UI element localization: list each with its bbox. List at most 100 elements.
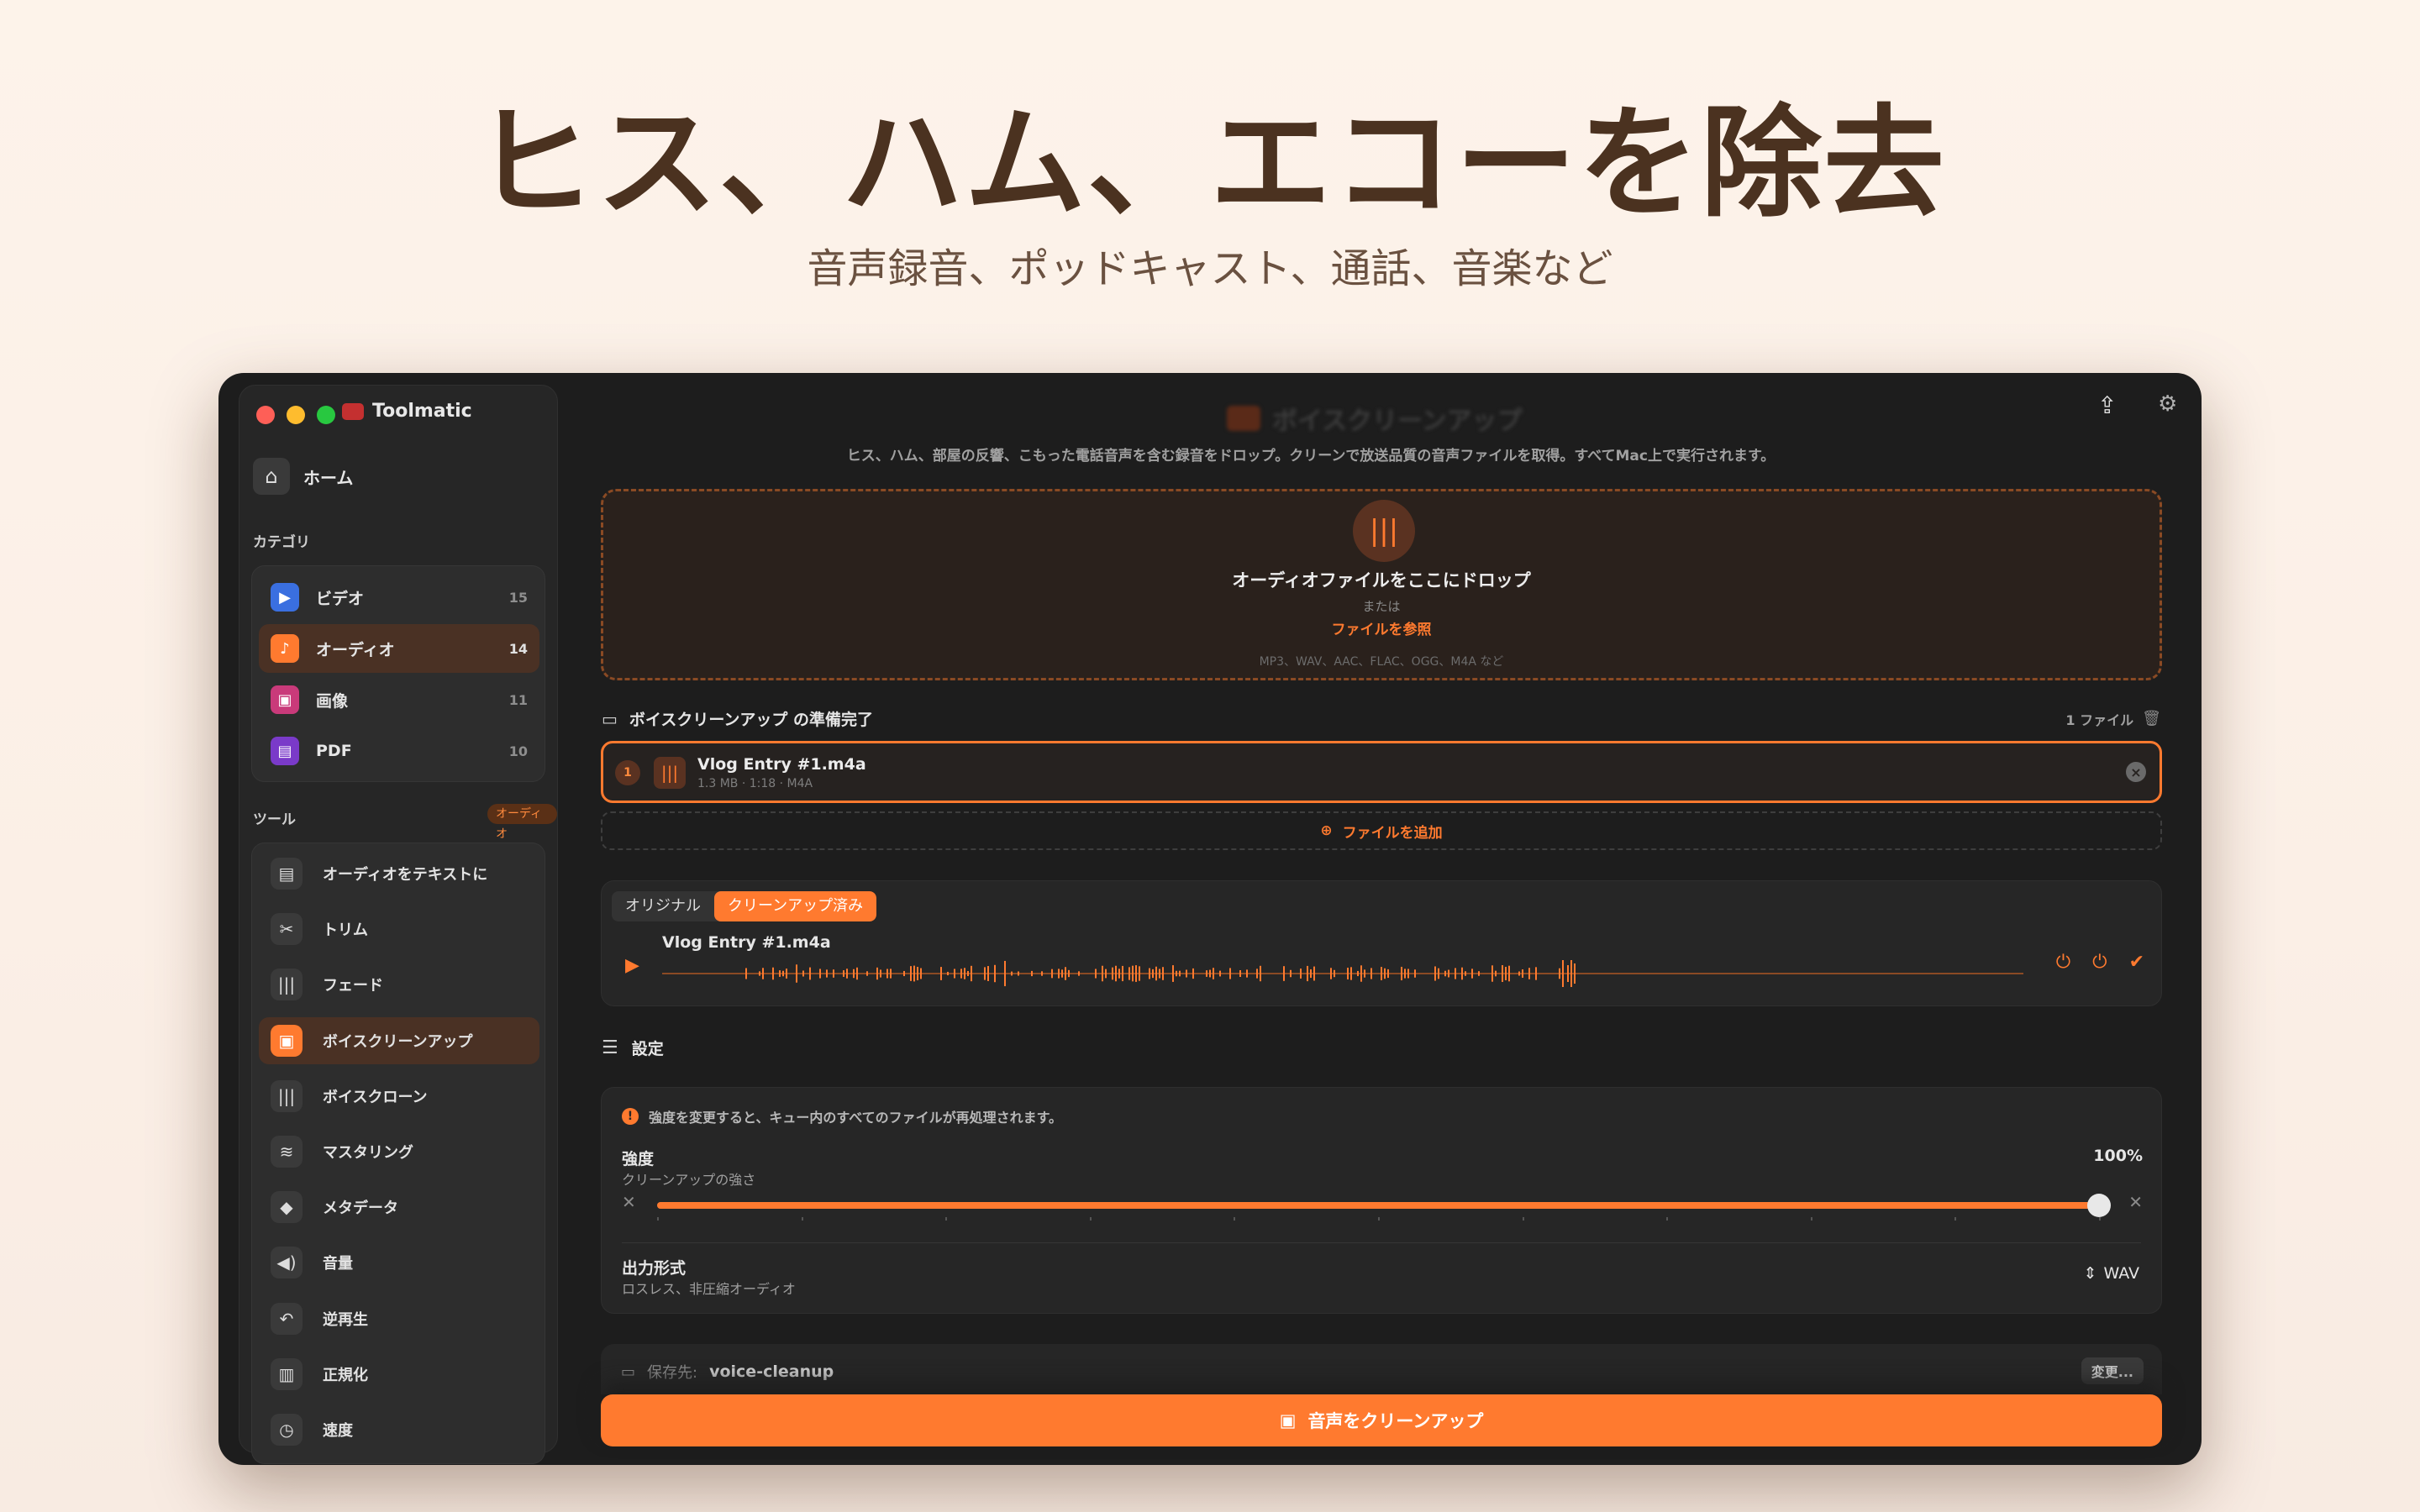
audio-file-icon: ||| [654,757,686,789]
sidebar-tool-item[interactable]: ▤ オーディオをテキストに [259,850,539,897]
output-format-label: 出力形式 [622,1259,687,1278]
slider-tick [1810,1217,1812,1221]
sidebar-tool-item[interactable]: ▣ ボイスクリーンアップ [259,1016,539,1064]
waveform-icon: ||| [271,969,302,1001]
home-icon: ⌂ [253,458,290,495]
output-format-sublabel: ロスレス、非圧縮オーディオ [622,1281,796,1297]
tab-original[interactable]: オリジナル [612,891,714,921]
video-icon: ▶ [271,583,299,612]
image-icon: ▣ [271,685,299,714]
tool-list: ▤ オーディオをテキストに ✂ トリム ||| フェード ▣ ボイスクリーンアップ ||| ボイス… [251,843,545,1464]
hero-title: ヒス、ハム、エコーを除去 [473,92,1946,234]
tool-label: ボイスクローン [323,1088,428,1106]
zoom-window-button[interactable] [317,406,335,424]
sidebar-tool-item[interactable]: ▥ 正規化 [259,1351,539,1398]
save-prefix: 保存先: [647,1364,698,1382]
sidebar-tool-item[interactable]: ✱抽出 [259,1462,539,1463]
category-label: オーディオ [316,640,395,659]
save-location-row: ▭ 保存先: voice-cleanup 変更... [601,1344,2162,1394]
add-file-label: ファイルを追加 [1342,824,1443,842]
window-controls [256,406,335,424]
sidebar-tool-item[interactable]: ↶ 逆再生 [259,1295,539,1342]
sidebar-tool-item[interactable]: ◀) 音量 [259,1239,539,1286]
sidebar-category-item[interactable]: ▤ PDF 10 [259,727,539,775]
tool-label: フェード [323,977,383,995]
change-location-button[interactable]: 変更... [2081,1357,2144,1384]
slider-tick [945,1217,948,1221]
mastering-icon: ≋ [271,1136,302,1168]
sidebar-tool-item[interactable]: ||| フェード [259,961,539,1008]
warning-text: 強度を変更すると、キュー内のすべてのファイルが再処理されます。 [649,1110,1063,1126]
drop-title: オーディオファイルをここにドロップ [1232,570,1531,591]
gear-icon[interactable]: ⚙ [2158,391,2177,417]
supported-formats: MP3、WAV、AAC、FLAC、OGG、M4A など [1259,655,1504,669]
document-icon: ▤ [271,737,299,765]
toolbox-icon [342,402,364,420]
chevron-updown-icon: ⇕ [2083,1264,2097,1283]
file-index: 1 [615,760,640,785]
power-icon[interactable]: ⏻ [2056,952,2070,973]
tool-label: メタデータ [323,1200,398,1218]
waveform-icon: ||| [271,1079,302,1112]
category-count: 15 [508,589,528,606]
sidebar-category-item[interactable]: ♪ オーディオ 14 [259,624,539,673]
tool-label: 正規化 [323,1366,368,1384]
settings-title: 設定 [631,1040,664,1058]
sidebar-tool-item[interactable]: ◷ 速度 [259,1406,539,1453]
tools-label: ツール [253,811,296,828]
save-location: ▭ 保存先: voice-cleanup [621,1361,834,1383]
sidebar-category-item[interactable]: ▣ 画像 11 [259,675,539,724]
add-file-button[interactable]: ⊕ ファイルを追加 [601,811,2162,850]
minimize-window-button[interactable] [287,406,305,424]
share-icon[interactable]: ⇪ [2097,391,2117,419]
clean-audio-button[interactable]: ▣ 音声をクリーンアップ [601,1394,2162,1446]
slider-tick [657,1217,659,1221]
wand-icon: ✕ [622,1192,636,1212]
voice-cleanup-icon: ▣ [1279,1410,1297,1431]
sidebar: Toolmatic ⌂ ホーム カテゴリ ▶ ビデオ 15 ♪ オーディオ 14 ▣ 画像 11… [239,385,558,1464]
category-count: 11 [508,691,528,708]
strength-sublabel: クリーンアップの強さ [622,1172,756,1188]
play-icon[interactable]: ▶ [625,955,639,976]
audio-player: オリジナル クリーンアップ済み Vlog Entry #1.m4a ▶ ⏻ ⏻ … [601,880,2162,1006]
info-icon: ! [622,1108,639,1125]
category-label: PDF [316,742,352,760]
output-format-select[interactable]: ⇕ WAV [2084,1264,2139,1283]
file-meta: 1.3 MB · 1:18 · M4A [697,777,813,790]
strength-slider[interactable] [657,1194,2111,1217]
browse-files-link[interactable]: ファイルを参照 [603,617,2160,638]
scissors-icon: ✂ [271,913,302,946]
home-label: ホーム [303,467,354,488]
speedometer-icon: ◷ [271,1414,302,1446]
queue-title: ボイスクリーンアップ の準備完了 [629,711,874,729]
queue-file-row[interactable]: 1 ||| Vlog Entry #1.m4a 1.3 MB · 1:18 · … [601,741,2162,803]
tool-label: ボイスクリーンアップ [323,1032,473,1051]
category-label: ビデオ [316,589,365,608]
close-window-button[interactable] [256,406,275,424]
sidebar-tool-item[interactable]: ◆ メタデータ [259,1184,539,1231]
sidebar-tool-item[interactable]: ≋ マスタリング [259,1128,539,1175]
trash-icon[interactable]: 🗑 [2142,710,2161,727]
tab-cleaned[interactable]: クリーンアップ済み [714,891,877,921]
power-icon[interactable]: ⏻ [2092,952,2107,973]
tool-label: オーディオをテキストに [323,866,488,884]
tools-filter-badge: オーディオ [487,804,557,841]
slider-tick [1234,1217,1236,1221]
speaker-icon: ◀) [271,1247,302,1279]
tool-label: マスタリング [323,1144,413,1162]
file-name: Vlog Entry #1.m4a [697,755,866,774]
remove-file-icon[interactable]: × [2126,762,2146,782]
folder-icon: ▭ [621,1362,636,1381]
sidebar-tool-item[interactable]: ✂ トリム [259,906,539,953]
voice-cleanup-icon: ▣ [271,1024,302,1057]
slider-tick [801,1217,803,1221]
sidebar-item-home[interactable]: ⌂ ホーム [253,458,353,495]
drop-zone[interactable]: ||| オーディオファイルをここにドロップ または ファイルを参照 MP3、WA… [601,489,2162,680]
strength-slider-thumb[interactable] [2087,1194,2111,1217]
archive-icon: ▭ [602,708,618,729]
page-description: ヒス、ハム、部屋の反響、こもった電話音声を含む録音をドロップ。クリーンで放送品質… [846,448,1776,465]
sidebar-category-item[interactable]: ▶ ビデオ 15 [259,573,539,622]
check-circle-icon[interactable]: ✔ [2129,952,2144,973]
sidebar-tool-item[interactable]: ||| ボイスクローン [259,1073,539,1120]
waveform-scrubber[interactable] [662,957,2023,990]
